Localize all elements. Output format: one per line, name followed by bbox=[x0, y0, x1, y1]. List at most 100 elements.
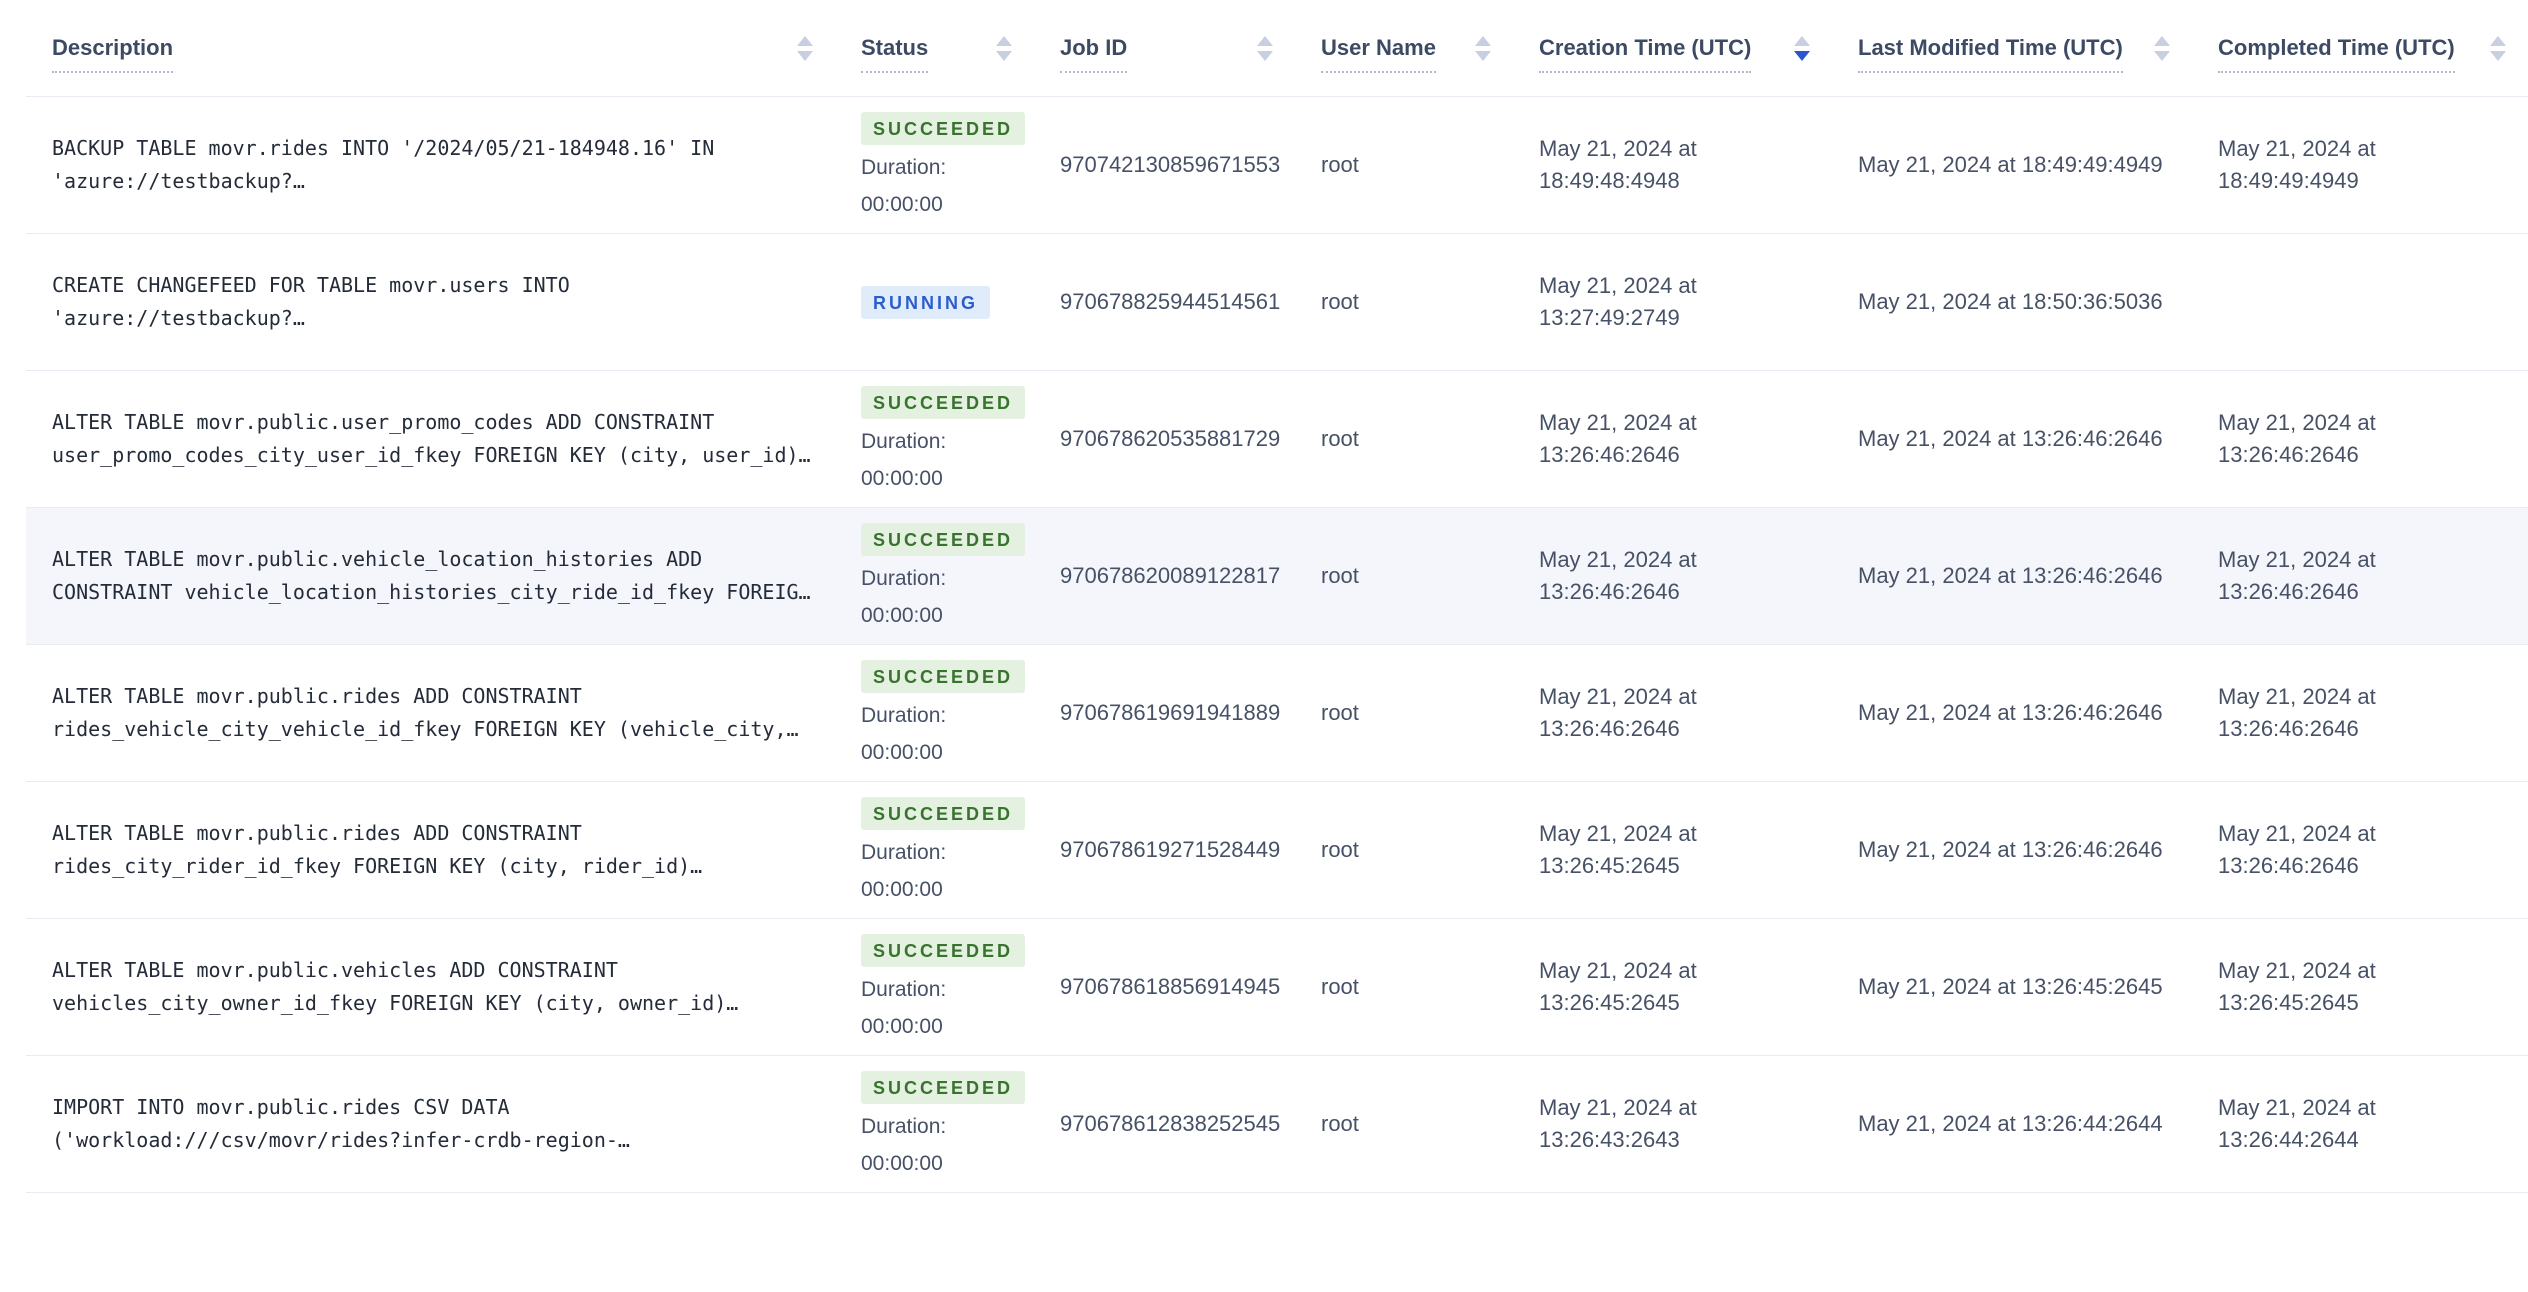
description-cell: CREATE CHANGEFEED FOR TABLE movr.users I… bbox=[26, 269, 843, 335]
description-cell: BACKUP TABLE movr.rides INTO '/2024/05/2… bbox=[26, 132, 843, 198]
description-cell: ALTER TABLE movr.public.rides ADD CONSTR… bbox=[26, 817, 843, 883]
duration-label: Duration: bbox=[861, 1114, 947, 1138]
column-header-creation-time[interactable]: Creation Time (UTC) bbox=[1521, 35, 1840, 73]
job-id-cell: 970678825944514561 bbox=[1060, 289, 1281, 314]
status-badge: SUCCEEDED bbox=[861, 385, 1026, 419]
user-name-cell: root bbox=[1321, 700, 1359, 725]
status-cell: RUNNING bbox=[843, 285, 1042, 319]
column-header-status[interactable]: Status bbox=[843, 35, 1042, 73]
sort-icon bbox=[996, 35, 1012, 61]
creation-time-cell: May 21, 2024 at 13:26:46:2646 bbox=[1539, 410, 1697, 467]
jobs-table: Description Status Job ID User Name Crea… bbox=[0, 0, 2528, 1193]
column-header-job-id[interactable]: Job ID bbox=[1042, 35, 1303, 73]
job-id-cell: 970678618856914945 bbox=[1060, 974, 1281, 999]
user-name-cell: root bbox=[1321, 563, 1359, 588]
user-name-cell: root bbox=[1321, 426, 1359, 451]
status-cell: SUCCEEDED Duration: 00:00:00 bbox=[843, 796, 1042, 904]
table-row[interactable]: ALTER TABLE movr.public.rides ADD CONSTR… bbox=[26, 782, 2528, 919]
column-header-label: User Name bbox=[1321, 35, 1436, 73]
table-row[interactable]: ALTER TABLE movr.public.vehicles ADD CON… bbox=[26, 919, 2528, 1056]
duration-label: Duration: bbox=[861, 703, 947, 727]
last-modified-time-cell: May 21, 2024 at 13:26:46:2646 bbox=[1858, 837, 2163, 862]
completed-time-cell: May 21, 2024 at 13:26:46:2646 bbox=[2218, 547, 2376, 604]
description-cell: ALTER TABLE movr.public.rides ADD CONSTR… bbox=[26, 680, 843, 746]
job-description-link[interactable]: ALTER TABLE movr.public.vehicle_location… bbox=[52, 543, 813, 609]
column-header-completed-time[interactable]: Completed Time (UTC) bbox=[2200, 35, 2528, 73]
creation-time-cell: May 21, 2024 at 13:26:43:2643 bbox=[1539, 1095, 1697, 1152]
sort-icon bbox=[1257, 35, 1273, 61]
table-header-row: Description Status Job ID User Name Crea… bbox=[26, 0, 2528, 97]
column-header-label: Completed Time (UTC) bbox=[2218, 35, 2455, 73]
column-header-label: Last Modified Time (UTC) bbox=[1858, 35, 2123, 73]
user-name-cell: root bbox=[1321, 837, 1359, 862]
completed-time-cell: May 21, 2024 at 13:26:46:2646 bbox=[2218, 410, 2376, 467]
duration-value: 00:00:00 bbox=[861, 466, 943, 490]
duration-label: Duration: bbox=[861, 840, 947, 864]
sort-icon bbox=[2154, 35, 2170, 61]
duration-value: 00:00:00 bbox=[861, 1151, 943, 1175]
table-row[interactable]: CREATE CHANGEFEED FOR TABLE movr.users I… bbox=[26, 234, 2528, 371]
job-description-link[interactable]: ALTER TABLE movr.public.rides ADD CONSTR… bbox=[52, 817, 813, 883]
status-badge: SUCCEEDED bbox=[861, 659, 1026, 693]
duration-label: Duration: bbox=[861, 155, 947, 179]
status-cell: SUCCEEDED Duration: 00:00:00 bbox=[843, 522, 1042, 630]
job-id-cell: 970678620089122817 bbox=[1060, 563, 1281, 588]
column-header-user-name[interactable]: User Name bbox=[1303, 35, 1521, 73]
completed-time-cell: May 21, 2024 at 18:49:49:4949 bbox=[2218, 136, 2376, 193]
description-cell: ALTER TABLE movr.public.vehicles ADD CON… bbox=[26, 954, 843, 1020]
table-row[interactable]: IMPORT INTO movr.public.rides CSV DATA (… bbox=[26, 1056, 2528, 1193]
status-cell: SUCCEEDED Duration: 00:00:00 bbox=[843, 933, 1042, 1041]
creation-time-cell: May 21, 2024 at 13:26:46:2646 bbox=[1539, 684, 1697, 741]
job-description-link[interactable]: ALTER TABLE movr.public.rides ADD CONSTR… bbox=[52, 680, 813, 746]
table-row[interactable]: ALTER TABLE movr.public.vehicle_location… bbox=[26, 508, 2528, 645]
user-name-cell: root bbox=[1321, 974, 1359, 999]
job-description-link[interactable]: IMPORT INTO movr.public.rides CSV DATA (… bbox=[52, 1091, 813, 1157]
duration-value: 00:00:00 bbox=[861, 192, 943, 216]
creation-time-cell: May 21, 2024 at 13:26:46:2646 bbox=[1539, 547, 1697, 604]
last-modified-time-cell: May 21, 2024 at 13:26:46:2646 bbox=[1858, 426, 2163, 451]
last-modified-time-cell: May 21, 2024 at 13:26:44:2644 bbox=[1858, 1111, 2163, 1136]
job-description-link[interactable]: CREATE CHANGEFEED FOR TABLE movr.users I… bbox=[52, 269, 813, 335]
job-id-cell: 970742130859671553 bbox=[1060, 152, 1281, 177]
status-badge: SUCCEEDED bbox=[861, 1070, 1026, 1104]
duration-value: 00:00:00 bbox=[861, 603, 943, 627]
table-row[interactable]: ALTER TABLE movr.public.user_promo_codes… bbox=[26, 371, 2528, 508]
description-cell: ALTER TABLE movr.public.vehicle_location… bbox=[26, 543, 843, 609]
description-cell: IMPORT INTO movr.public.rides CSV DATA (… bbox=[26, 1091, 843, 1157]
table-body: BACKUP TABLE movr.rides INTO '/2024/05/2… bbox=[26, 97, 2528, 1193]
user-name-cell: root bbox=[1321, 289, 1359, 314]
completed-time-cell: May 21, 2024 at 13:26:46:2646 bbox=[2218, 821, 2376, 878]
column-header-description[interactable]: Description bbox=[26, 35, 843, 73]
column-header-label: Creation Time (UTC) bbox=[1539, 35, 1752, 73]
job-description-link[interactable]: ALTER TABLE movr.public.vehicles ADD CON… bbox=[52, 954, 813, 1020]
creation-time-cell: May 21, 2024 at 13:27:49:2749 bbox=[1539, 273, 1697, 330]
job-id-cell: 970678619691941889 bbox=[1060, 700, 1281, 725]
completed-time-cell: May 21, 2024 at 13:26:45:2645 bbox=[2218, 958, 2376, 1015]
sort-icon bbox=[1475, 35, 1491, 61]
status-badge: SUCCEEDED bbox=[861, 796, 1026, 830]
sort-icon bbox=[2490, 35, 2506, 61]
table-row[interactable]: BACKUP TABLE movr.rides INTO '/2024/05/2… bbox=[26, 97, 2528, 234]
completed-time-cell: May 21, 2024 at 13:26:46:2646 bbox=[2218, 684, 2376, 741]
status-cell: SUCCEEDED Duration: 00:00:00 bbox=[843, 111, 1042, 219]
status-cell: SUCCEEDED Duration: 00:00:00 bbox=[843, 659, 1042, 767]
column-header-label: Job ID bbox=[1060, 35, 1128, 73]
duration-label: Duration: bbox=[861, 977, 947, 1001]
status-cell: SUCCEEDED Duration: 00:00:00 bbox=[843, 1070, 1042, 1178]
job-description-link[interactable]: BACKUP TABLE movr.rides INTO '/2024/05/2… bbox=[52, 132, 813, 198]
column-header-last-modified-time[interactable]: Last Modified Time (UTC) bbox=[1840, 35, 2200, 73]
table-row[interactable]: ALTER TABLE movr.public.rides ADD CONSTR… bbox=[26, 645, 2528, 782]
last-modified-time-cell: May 21, 2024 at 18:49:49:4949 bbox=[1858, 152, 2163, 177]
duration-label: Duration: bbox=[861, 429, 947, 453]
completed-time-cell: May 21, 2024 at 13:26:44:2644 bbox=[2218, 1095, 2376, 1152]
status-badge: RUNNING bbox=[861, 285, 990, 319]
job-description-link[interactable]: ALTER TABLE movr.public.user_promo_codes… bbox=[52, 406, 813, 472]
status-badge: SUCCEEDED bbox=[861, 111, 1026, 145]
creation-time-cell: May 21, 2024 at 18:49:48:4948 bbox=[1539, 136, 1697, 193]
duration-value: 00:00:00 bbox=[861, 1014, 943, 1038]
column-header-label: Description bbox=[52, 35, 174, 73]
user-name-cell: root bbox=[1321, 1111, 1359, 1136]
creation-time-cell: May 21, 2024 at 13:26:45:2645 bbox=[1539, 958, 1697, 1015]
creation-time-cell: May 21, 2024 at 13:26:45:2645 bbox=[1539, 821, 1697, 878]
job-id-cell: 970678619271528449 bbox=[1060, 837, 1281, 862]
